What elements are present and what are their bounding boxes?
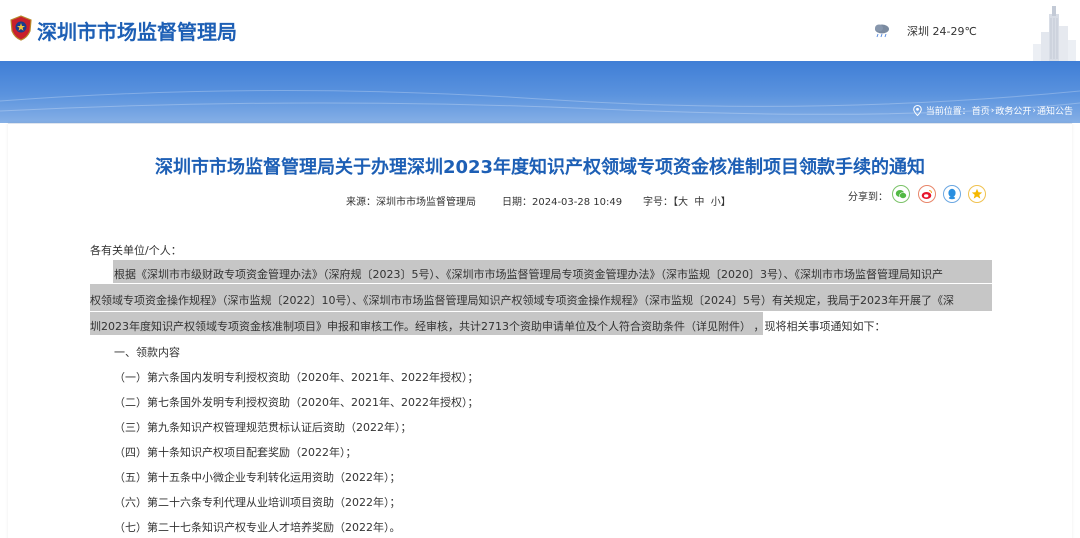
breadcrumb-current[interactable]: 通知公告	[1037, 104, 1073, 117]
site-header: 深圳市市场监督管理局 深圳 24-29℃	[0, 0, 1080, 61]
location-pin-icon	[912, 105, 922, 116]
date-label: 日期：	[502, 197, 532, 208]
wechat-icon	[895, 189, 907, 199]
paragraph-line: 圳2023年度知识产权领域专项资金核准制项目》申报和审核工作。经审核，共计271…	[90, 318, 885, 334]
fontsize-bracket: 】	[720, 197, 731, 208]
paragraph-line: 根据《深圳市市级财政专项资金管理办法》（深府规〔2023〕5号）、《深圳市市场监…	[114, 268, 943, 281]
qq-share-button[interactable]	[943, 185, 961, 203]
breadcrumb-separator: ›	[1032, 105, 1036, 116]
fontsize-small-button[interactable]: 小	[711, 197, 721, 208]
weibo-icon	[921, 189, 932, 199]
breadcrumb-label: 当前位置：	[925, 107, 971, 117]
breadcrumb-home[interactable]: 首页	[972, 104, 990, 117]
qq-icon	[948, 188, 956, 200]
date-value: 2024-03-28 10:49	[532, 197, 623, 208]
wechat-share-button[interactable]	[892, 185, 910, 203]
list-item: （一）第六条国内发明专利授权资助（2020年、2021年、2022年授权）；	[114, 371, 479, 384]
qzone-icon	[971, 188, 983, 199]
list-item: （四）第十条知识产权项目配套奖励（2022年）；	[114, 446, 357, 459]
fontsize-medium-button[interactable]: 中	[694, 197, 704, 208]
weather-cloud-icon	[875, 24, 889, 38]
font-size-control: 字号：【大 中 小】	[643, 193, 731, 208]
list-item: （五）第十五条中小微企业专利转化运用资助（2022年）；	[114, 471, 401, 484]
article-title: 深圳市市场监督管理局关于办理深圳2023年度知识产权领域专项资金核准制项目领款手…	[154, 157, 926, 178]
fontsize-label: 字号：	[643, 197, 673, 208]
emblem-icon[interactable]	[9, 15, 33, 41]
list-item: （六）第二十六条专利代理从业培训项目资助（2022年）；	[114, 496, 401, 509]
weather-text: 深圳 24-29℃	[907, 25, 977, 38]
article-date: 日期：2024-03-28 10:49	[502, 193, 622, 208]
list-item: （二）第七条国外发明专利授权资助（2020年、2021年、2022年授权）；	[114, 396, 479, 409]
list-item: （三）第九条知识产权管理规范贯标认证后资助（2022年）；	[114, 421, 412, 434]
weibo-share-button[interactable]	[918, 185, 936, 203]
breadcrumb-section[interactable]: 政务公开	[995, 104, 1031, 117]
share-label: 分享到：	[848, 192, 888, 203]
site-title[interactable]: 深圳市市场监督管理局	[37, 16, 237, 45]
unselected-text: ，现将相关事项通知如下：	[753, 320, 886, 333]
source-value: 深圳市市场监督管理局	[376, 197, 476, 208]
fontsize-large-button[interactable]: 大	[678, 197, 688, 208]
section-heading: 一、领款内容	[114, 346, 180, 359]
source-label: 来源：	[346, 197, 376, 208]
paragraph-line: 权领域专项资金操作规程》（深市监规〔2022〕10号）、《深圳市市场监督管理局知…	[90, 294, 954, 307]
breadcrumb-separator: ›	[990, 105, 995, 116]
qzone-share-button[interactable]	[968, 185, 986, 203]
list-item: （七）第二十七条知识产权专业人才培养奖励（2022年）。	[114, 521, 401, 534]
article-source: 来源：深圳市市场监督管理局	[346, 193, 476, 208]
salutation: 各有关单位/个人：	[90, 244, 182, 257]
selected-text: 圳2023年度知识产权领域专项资金核准制项目》申报和审核工作。经审核，共计271…	[90, 320, 746, 333]
breadcrumb: 当前位置： 首页 › 政务公开 › 通知公告	[912, 104, 1073, 117]
city-tower-illustration	[1033, 6, 1076, 61]
